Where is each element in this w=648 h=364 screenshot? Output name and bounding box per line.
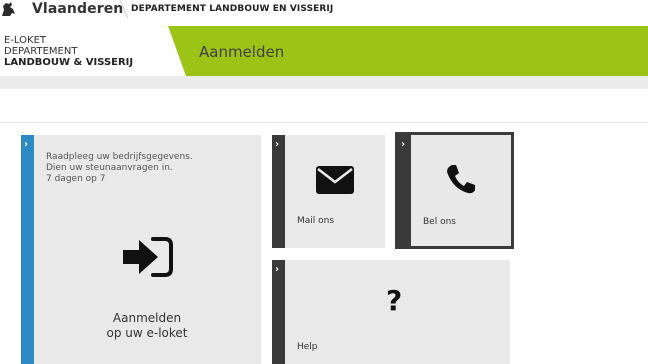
login-label-line2: op uw e-loket: [106, 326, 188, 340]
chevron-right-icon: ›: [401, 139, 406, 150]
breadcrumb-separator: [119, 0, 129, 18]
question-icon: ?: [386, 284, 403, 317]
login-tile[interactable]: › Raadpleeg uw bedrijfsgegevens. Dien uw…: [21, 135, 261, 364]
chevron-right-icon: ›: [24, 139, 29, 150]
mail-label: Mail ons: [297, 216, 335, 226]
help-label: Help: [297, 342, 318, 352]
page-title: Aanmelden: [199, 43, 285, 61]
description-line: Dien uw steunaanvragen in.: [46, 163, 173, 173]
phone-icon: [447, 165, 475, 194]
envelope-icon: [316, 166, 354, 194]
phone-label: Bel ons: [423, 217, 456, 227]
vlaanderen-brand[interactable]: Vlaanderen: [32, 1, 123, 17]
page-header: E-LOKET DEPARTEMENT LANDBOUW & VISSERIJ …: [0, 26, 648, 76]
chevron-right-icon: ›: [275, 139, 280, 150]
phone-tile-stripe: ›: [398, 135, 411, 246]
login-label-line1: Aanmelden: [112, 311, 182, 325]
logo-line-departement: DEPARTEMENT: [4, 46, 78, 57]
chevron-right-icon: ›: [275, 264, 280, 275]
flemish-lion-logo[interactable]: [0, 0, 20, 18]
logo-line-landbouw: LANDBOUW & VISSERIJ: [4, 57, 134, 68]
login-description: Raadpleeg uw bedrijfsgegevens. Dien uw s…: [46, 152, 193, 185]
sign-in-icon: [123, 237, 173, 277]
help-tile-stripe: ›: [272, 260, 285, 364]
mail-tile-stripe: ›: [272, 135, 285, 248]
top-bar: Vlaanderen DEPARTEMENT LANDBOUW EN VISSE…: [0, 0, 648, 22]
phone-tile[interactable]: › Bel ons: [395, 132, 514, 249]
mail-tile[interactable]: › Mail ons: [272, 135, 385, 248]
header-gray-band: [0, 76, 648, 89]
help-tile[interactable]: › ? Help: [272, 260, 510, 364]
description-line: Raadpleeg uw bedrijfsgegevens.: [46, 152, 193, 162]
department-link[interactable]: DEPARTEMENT LANDBOUW EN VISSERIJ: [131, 4, 333, 14]
content-divider: [0, 122, 648, 123]
logo-line-eloket: E-LOKET: [4, 35, 46, 46]
description-line: 7 dagen op 7: [46, 174, 106, 184]
